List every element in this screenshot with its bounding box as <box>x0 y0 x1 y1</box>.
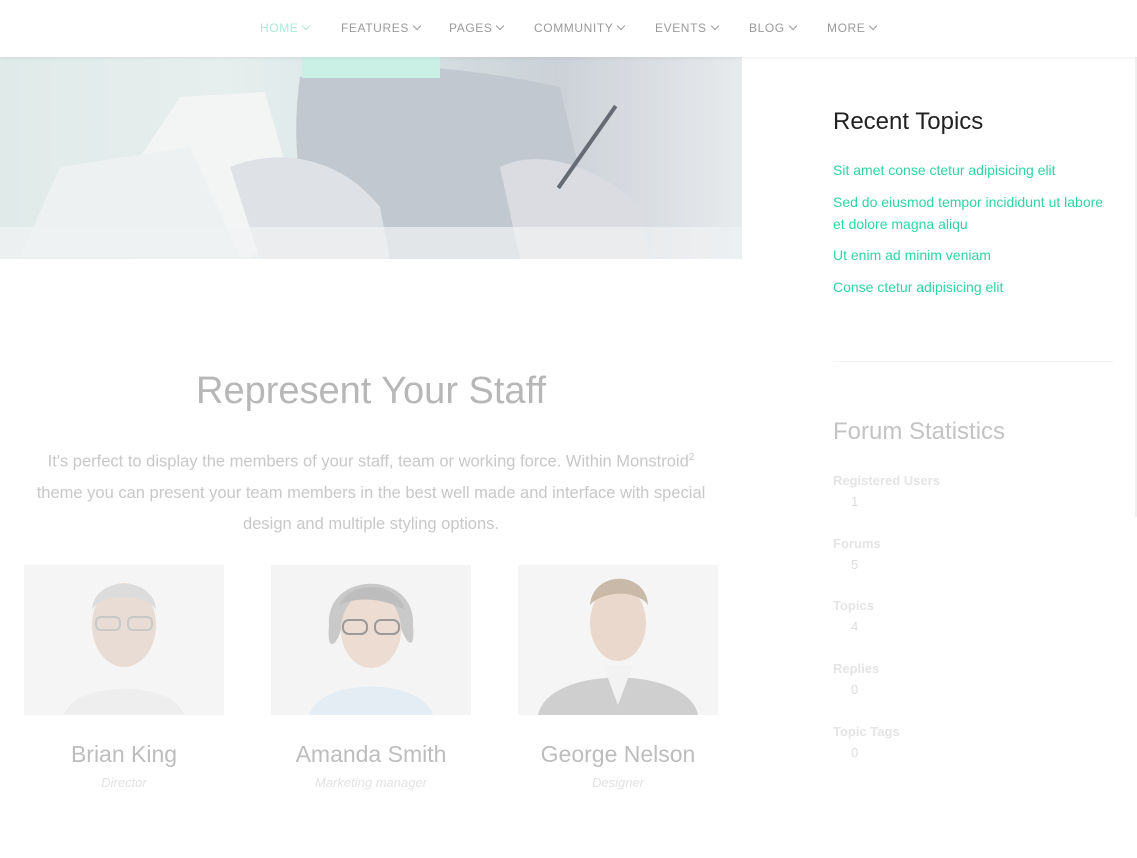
nav-home-label: HOME <box>260 21 299 35</box>
sidebar-divider <box>833 361 1113 362</box>
staff-card-george[interactable]: George Nelson Designer <box>518 565 718 790</box>
stat-value: 1 <box>851 494 859 509</box>
chevron-down-icon <box>496 21 505 31</box>
staff-role: Designer <box>591 775 645 790</box>
nav-events-label: EVENTS <box>655 21 707 35</box>
avatar <box>24 565 224 715</box>
nav-pages-label: PAGES <box>449 21 493 35</box>
description-text-2: theme you can present your team members … <box>36 483 706 533</box>
forum-statistics-title: Forum Statistics <box>833 418 1006 445</box>
chevron-down-icon <box>710 21 719 31</box>
nav-more[interactable]: MORE <box>827 21 878 37</box>
nav-blog[interactable]: BLOG <box>749 21 797 37</box>
recent-topic-link[interactable]: Ut enim ad minim veniam <box>833 244 1118 266</box>
stat-label: Forums <box>833 536 881 551</box>
nav-events[interactable]: EVENTS <box>655 21 719 37</box>
staff-card-amanda[interactable]: Amanda Smith Marketing manager <box>271 565 471 790</box>
staff-photo-brian <box>24 565 224 715</box>
staff-name: Amanda Smith <box>295 741 447 767</box>
stat-value: 0 <box>851 682 859 697</box>
staff-section-description: It's perfect to display the members of y… <box>24 442 718 540</box>
main-navigation: HOME FEATURES PAGES COMMUNITY EVENTS BLO… <box>0 0 1137 57</box>
staff-section-title: Represent Your Staff <box>196 370 546 412</box>
staff-name: George Nelson <box>540 741 696 767</box>
chevron-down-icon <box>302 21 311 31</box>
description-superscript: 2 <box>688 452 695 463</box>
recent-topic-link[interactable]: Sed do eiusmod tempor incididunt ut labo… <box>833 191 1118 235</box>
stat-label: Topics <box>833 598 874 613</box>
stat-label: Registered Users <box>833 473 940 488</box>
recent-topic-link[interactable]: Conse ctetur adipisicing elit <box>833 276 1118 298</box>
staff-name: Brian King <box>70 741 178 767</box>
staff-card-brian[interactable]: Brian King Director <box>24 565 224 790</box>
stat-value: 5 <box>851 557 859 572</box>
nav-blog-label: BLOG <box>749 21 785 35</box>
recent-topic-link[interactable]: Sit amet conse ctetur adipisicing elit <box>833 159 1118 181</box>
chevron-down-icon <box>617 21 626 31</box>
hero-accent-tab <box>302 57 440 78</box>
hands-writing-illustration <box>0 66 742 259</box>
nav-community-label: COMMUNITY <box>534 21 614 35</box>
nav-home[interactable]: HOME <box>260 21 311 37</box>
staff-photo-amanda <box>271 565 471 715</box>
nav-more-label: MORE <box>827 21 866 35</box>
nav-features-label: FEATURES <box>341 21 409 35</box>
nav-pages[interactable]: PAGES <box>449 21 505 37</box>
staff-photo-george <box>518 565 718 715</box>
avatar <box>518 565 718 715</box>
nav-features[interactable]: FEATURES <box>341 21 422 37</box>
chevron-down-icon <box>412 21 422 31</box>
stat-value: 0 <box>851 745 859 760</box>
staff-role: Director <box>101 775 147 790</box>
chevron-down-icon <box>788 21 797 31</box>
stat-label: Replies <box>833 661 880 676</box>
hero-image <box>0 57 742 259</box>
nav-community[interactable]: COMMUNITY <box>534 21 626 37</box>
description-text-1: It's perfect to display the members of y… <box>47 452 689 471</box>
stat-value: 4 <box>851 619 859 634</box>
stat-label: Topic Tags <box>833 724 900 739</box>
recent-topics-title: Recent Topics <box>833 108 984 135</box>
staff-role: Marketing manager <box>315 775 427 790</box>
chevron-down-icon <box>869 21 878 31</box>
avatar <box>271 565 471 715</box>
